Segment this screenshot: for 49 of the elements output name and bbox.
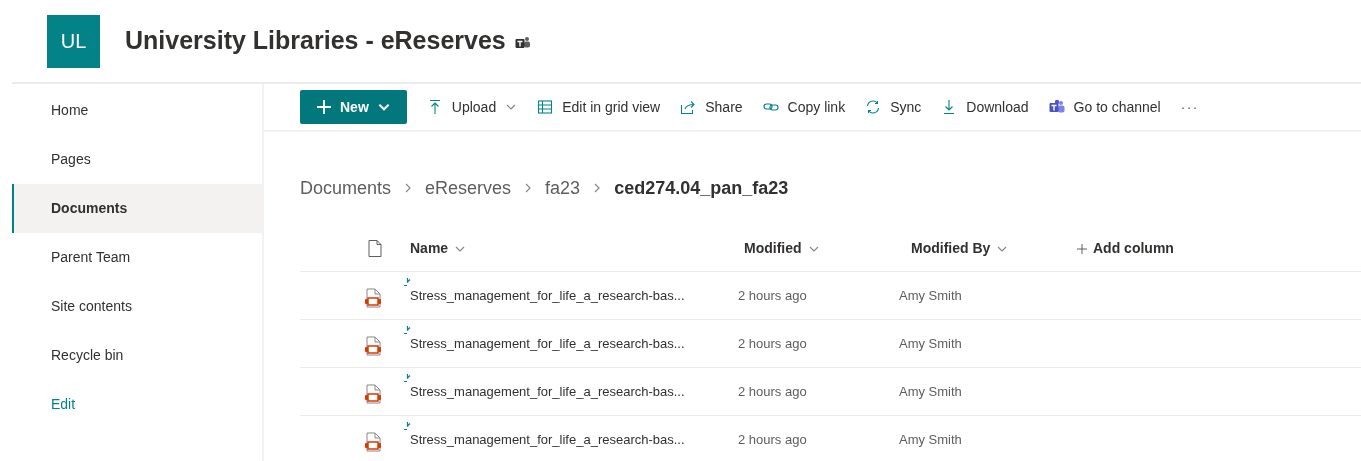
sync-icon xyxy=(865,99,882,115)
file-name-link[interactable]: Stress_management_for_life_a_research-bas... xyxy=(410,285,685,306)
pdf-file-icon xyxy=(364,431,382,452)
file-name-link[interactable]: Stress_management_for_life_a_research-bas... xyxy=(410,429,685,450)
site-title: University Libraries - eReserves xyxy=(125,25,506,57)
toolbar-button[interactable]: Upload xyxy=(426,90,518,124)
new-button[interactable]: New xyxy=(300,90,407,124)
edit-link[interactable]: Edit xyxy=(12,380,262,429)
modified-by-cell: Amy Smith xyxy=(899,287,962,303)
breadcrumb-item[interactable]: eReserves xyxy=(425,174,512,202)
plus-icon xyxy=(1077,243,1087,254)
modified-by-cell: Amy Smith xyxy=(899,383,962,399)
toolbar-button[interactable]: Edit in grid view xyxy=(537,90,661,124)
toolbar-button[interactable]: Copy link xyxy=(762,90,846,124)
toolbar-button[interactable]: Sync xyxy=(865,90,922,124)
pdf-file-icon xyxy=(364,287,382,308)
plus-icon xyxy=(316,99,332,115)
column-header[interactable]: Name xyxy=(410,238,467,259)
add-column-button[interactable]: Add column xyxy=(1077,238,1174,259)
modified-by-cell: Amy Smith xyxy=(899,431,962,447)
pdf-file-icon xyxy=(364,335,382,356)
modified-cell: 2 hours ago xyxy=(738,287,807,303)
nav-item[interactable]: Site contents xyxy=(12,282,262,331)
file-name-link[interactable]: Stress_management_for_life_a_research-bas... xyxy=(410,381,685,402)
nav-item[interactable]: Recycle bin xyxy=(12,331,262,380)
share-icon xyxy=(680,99,697,115)
modified-cell: 2 hours ago xyxy=(738,383,807,399)
teams-icon xyxy=(1048,99,1065,115)
grid-icon xyxy=(537,99,554,115)
column-header[interactable]: Modified By xyxy=(911,238,1009,259)
modified-cell: 2 hours ago xyxy=(738,431,807,447)
nav-item[interactable]: Home xyxy=(12,86,262,135)
more-button[interactable]: ··· xyxy=(1180,96,1199,118)
breadcrumb-item[interactable]: ced274.04_pan_fa23 xyxy=(614,174,789,202)
file-type-icon xyxy=(368,240,382,257)
toolbar-button[interactable]: Download xyxy=(941,90,1029,124)
file-name-link[interactable]: Stress_management_for_life_a_research-bas... xyxy=(410,333,685,354)
column-header[interactable]: Modified xyxy=(744,238,820,259)
nav-item[interactable]: Documents xyxy=(12,184,262,233)
breadcrumb-item[interactable]: Documents xyxy=(300,174,392,202)
breadcrumb-item[interactable]: fa23 xyxy=(545,174,581,202)
site-logo[interactable]: UL xyxy=(47,14,100,68)
toolbar-button[interactable]: Go to channel xyxy=(1048,90,1161,124)
nav-item[interactable]: Parent Team xyxy=(12,233,262,282)
nav-item[interactable]: Pages xyxy=(12,135,262,184)
modified-cell: 2 hours ago xyxy=(738,335,807,351)
toolbar-button[interactable]: Share xyxy=(680,90,743,124)
modified-by-cell: Amy Smith xyxy=(899,335,962,351)
pdf-file-icon xyxy=(364,383,382,404)
